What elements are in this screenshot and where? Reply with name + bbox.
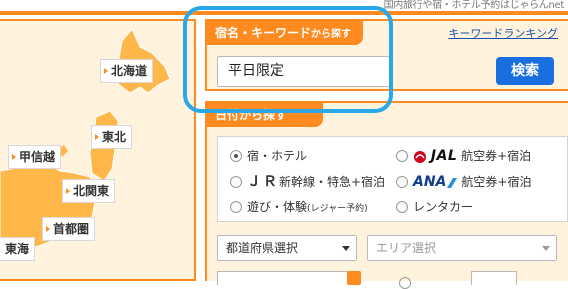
radio-rentacar[interactable] bbox=[396, 201, 408, 213]
region-kitakanto-label: 北関東 bbox=[73, 184, 110, 198]
keyword-ranking-link[interactable]: キーワードランキング bbox=[448, 25, 558, 41]
region-tohoku-label: 東北 bbox=[102, 130, 127, 144]
date-undecided-radio[interactable] bbox=[399, 277, 411, 289]
option-hotel-label: 宿・ホテル bbox=[247, 149, 308, 163]
region-shutoken[interactable]: 首都圏 bbox=[42, 217, 96, 241]
japan-map-panel: 北海道 東北 甲信越 北関東 首都圏 東海 bbox=[0, 19, 196, 281]
region-arrow-icon bbox=[66, 188, 70, 194]
radio-jal[interactable] bbox=[396, 150, 408, 162]
region-arrow-icon bbox=[46, 226, 50, 232]
chevron-down-icon bbox=[342, 246, 350, 251]
region-hokkaido-label: 北海道 bbox=[111, 64, 148, 78]
keyword-tab-label-small: から探す bbox=[311, 29, 352, 40]
jal-crane-icon bbox=[414, 150, 426, 163]
option-rentacar-label: レンタカー bbox=[413, 200, 474, 214]
option-leisure-label: 遊び・体験 bbox=[247, 200, 308, 214]
option-jal-label: 航空券+宿泊 bbox=[461, 149, 532, 163]
jr-logo-text: ＪＲ bbox=[247, 174, 279, 190]
checkin-date-field[interactable] bbox=[217, 271, 357, 285]
ana-swoosh-icon bbox=[447, 177, 458, 188]
header-orange-strip bbox=[0, 11, 568, 15]
date-search-tab: 日付から探す bbox=[207, 103, 323, 127]
option-ana-label: 航空券+宿泊 bbox=[461, 175, 532, 189]
region-tokai-label: 東海 bbox=[5, 242, 30, 256]
area-select[interactable]: エリア選択 bbox=[367, 235, 557, 261]
keyword-search-panel: 宿名・キーワードから探す キーワードランキング 平日限定 検索 bbox=[205, 19, 568, 91]
ana-logo-text: ANA bbox=[413, 174, 447, 190]
region-tohoku[interactable]: 東北 bbox=[91, 125, 133, 149]
radio-ana[interactable] bbox=[396, 176, 408, 188]
prefecture-select[interactable]: 都道府県選択 bbox=[217, 235, 357, 261]
region-kitakanto[interactable]: 北関東 bbox=[62, 179, 116, 203]
date-search-panel: 日付から探す 宿・ホテル JAL 航空券+宿泊 ＪＲ新幹線・特急+宿泊 ANA 航… bbox=[205, 101, 568, 289]
region-tokai[interactable]: 東海 bbox=[0, 237, 36, 261]
region-arrow-icon bbox=[95, 134, 99, 140]
keyword-tab-label: 宿名・キーワード bbox=[215, 26, 312, 40]
radio-jr[interactable] bbox=[230, 176, 242, 188]
search-button[interactable]: 検索 bbox=[496, 57, 554, 85]
region-arrow-icon bbox=[104, 68, 108, 74]
region-hokkaido[interactable]: 北海道 bbox=[100, 59, 154, 83]
region-arrow-icon bbox=[12, 154, 16, 160]
keyword-search-input[interactable]: 平日限定 bbox=[217, 56, 392, 87]
jal-logo-text: JAL bbox=[430, 148, 458, 164]
region-koshinetsu-label: 甲信越 bbox=[19, 150, 56, 164]
prefecture-select-label: 都道府県選択 bbox=[226, 241, 299, 255]
option-jr-label: 新幹線・特急+宿泊 bbox=[279, 175, 386, 189]
region-shutoken-label: 首都圏 bbox=[53, 222, 90, 236]
nights-field[interactable] bbox=[471, 271, 517, 285]
travel-type-options: 宿・ホテル JAL 航空券+宿泊 ＪＲ新幹線・特急+宿泊 ANA 航空券+宿泊 遊… bbox=[217, 136, 568, 222]
radio-leisure[interactable] bbox=[230, 201, 242, 213]
keyword-search-tab: 宿名・キーワードから探す bbox=[207, 21, 363, 45]
chevron-down-icon bbox=[542, 246, 550, 251]
calendar-icon[interactable] bbox=[347, 271, 361, 285]
radio-hotel[interactable] bbox=[230, 150, 242, 162]
region-koshinetsu[interactable]: 甲信越 bbox=[8, 145, 62, 169]
option-leisure-note: (レジャー予約) bbox=[307, 204, 368, 214]
area-select-label: エリア選択 bbox=[376, 241, 437, 255]
